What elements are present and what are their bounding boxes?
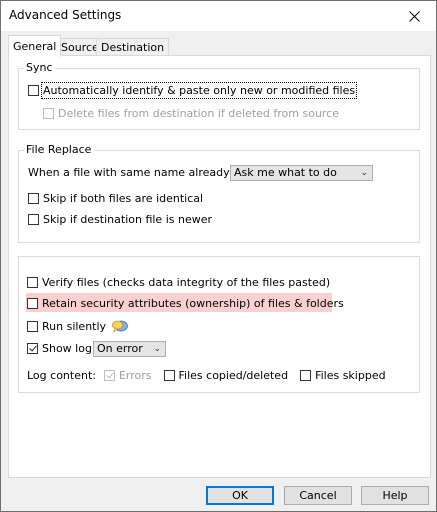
verify-row[interactable]: Verify files (checks data integrity of t…: [27, 276, 330, 289]
advanced-settings-dialog: Advanced Settings General Source Destina…: [0, 0, 437, 512]
exists-action-value: Ask me what to do: [234, 166, 337, 179]
help-button[interactable]: Help: [361, 486, 429, 505]
retain-label: Retain security attributes (ownership) o…: [42, 297, 344, 310]
chevron-down-icon: ⌄: [360, 168, 368, 178]
ok-button[interactable]: OK: [206, 486, 274, 505]
auto-identify-label: Automatically identify & paste only new …: [40, 82, 358, 99]
sync-legend: Sync: [24, 61, 55, 75]
show-log-label: Show log: [42, 342, 92, 355]
show-log-checkbox[interactable]: [27, 343, 38, 354]
retain-checkbox[interactable]: [27, 298, 38, 309]
title-bar: Advanced Settings: [1, 1, 436, 31]
log-errors-label: Errors: [118, 369, 152, 382]
delete-from-destination-checkbox[interactable]: [43, 108, 54, 119]
auto-identify-checkbox-row[interactable]: Automatically identify & paste only new …: [28, 82, 358, 99]
verify-checkbox[interactable]: [27, 277, 38, 288]
skip-identical-row[interactable]: Skip if both files are identical: [28, 192, 203, 205]
window-title: Advanced Settings: [9, 8, 122, 22]
file-replace-legend: File Replace: [24, 143, 94, 157]
show-log-select[interactable]: On error ⌄: [93, 341, 166, 357]
retain-row[interactable]: Retain security attributes (ownership) o…: [27, 297, 344, 310]
log-copied-label: Files copied/deleted: [178, 369, 289, 382]
run-silently-row[interactable]: Run silently: [27, 320, 128, 333]
run-silently-checkbox[interactable]: [27, 321, 38, 332]
log-content-row: Log content: Errors Files copied/deleted…: [27, 369, 386, 382]
cancel-button[interactable]: Cancel: [284, 486, 352, 505]
run-silently-label: Run silently: [42, 320, 107, 333]
skip-identical-label: Skip if both files are identical: [43, 192, 204, 205]
general-tab-panel: Sync Automatically identify & paste only…: [8, 55, 431, 478]
skip-identical-checkbox[interactable]: [28, 193, 39, 204]
log-skipped-checkbox[interactable]: [300, 370, 312, 381]
log-errors-checkbox[interactable]: [103, 370, 115, 381]
speech-bubble-icon: [112, 320, 128, 333]
skip-newer-checkbox[interactable]: [28, 214, 39, 225]
skip-newer-label: Skip if destination file is newer: [43, 213, 213, 226]
sync-group: Sync Automatically identify & paste only…: [18, 61, 420, 130]
delete-from-destination-row[interactable]: Delete files from destination if deleted…: [43, 107, 339, 120]
show-log-value: On error: [97, 342, 143, 355]
log-copied-checkbox[interactable]: [163, 370, 175, 381]
show-log-row[interactable]: Show log: [27, 342, 92, 355]
file-replace-group: File Replace When a file with same name …: [18, 143, 420, 243]
skip-newer-row[interactable]: Skip if destination file is newer: [28, 213, 212, 226]
close-icon: [408, 10, 420, 22]
auto-identify-checkbox[interactable]: [28, 85, 39, 96]
log-skipped-label: Files skipped: [315, 369, 386, 382]
chevron-down-icon: ⌄: [153, 344, 161, 354]
close-button[interactable]: [392, 1, 436, 31]
tab-destination[interactable]: Destination: [96, 38, 170, 56]
tab-general[interactable]: General: [8, 35, 62, 57]
verify-label: Verify files (checks data integrity of t…: [42, 276, 331, 289]
exists-action-select[interactable]: Ask me what to do ⌄: [230, 165, 373, 181]
log-content-label: Log content:: [27, 369, 96, 382]
delete-from-destination-label: Delete files from destination if deleted…: [58, 107, 340, 120]
